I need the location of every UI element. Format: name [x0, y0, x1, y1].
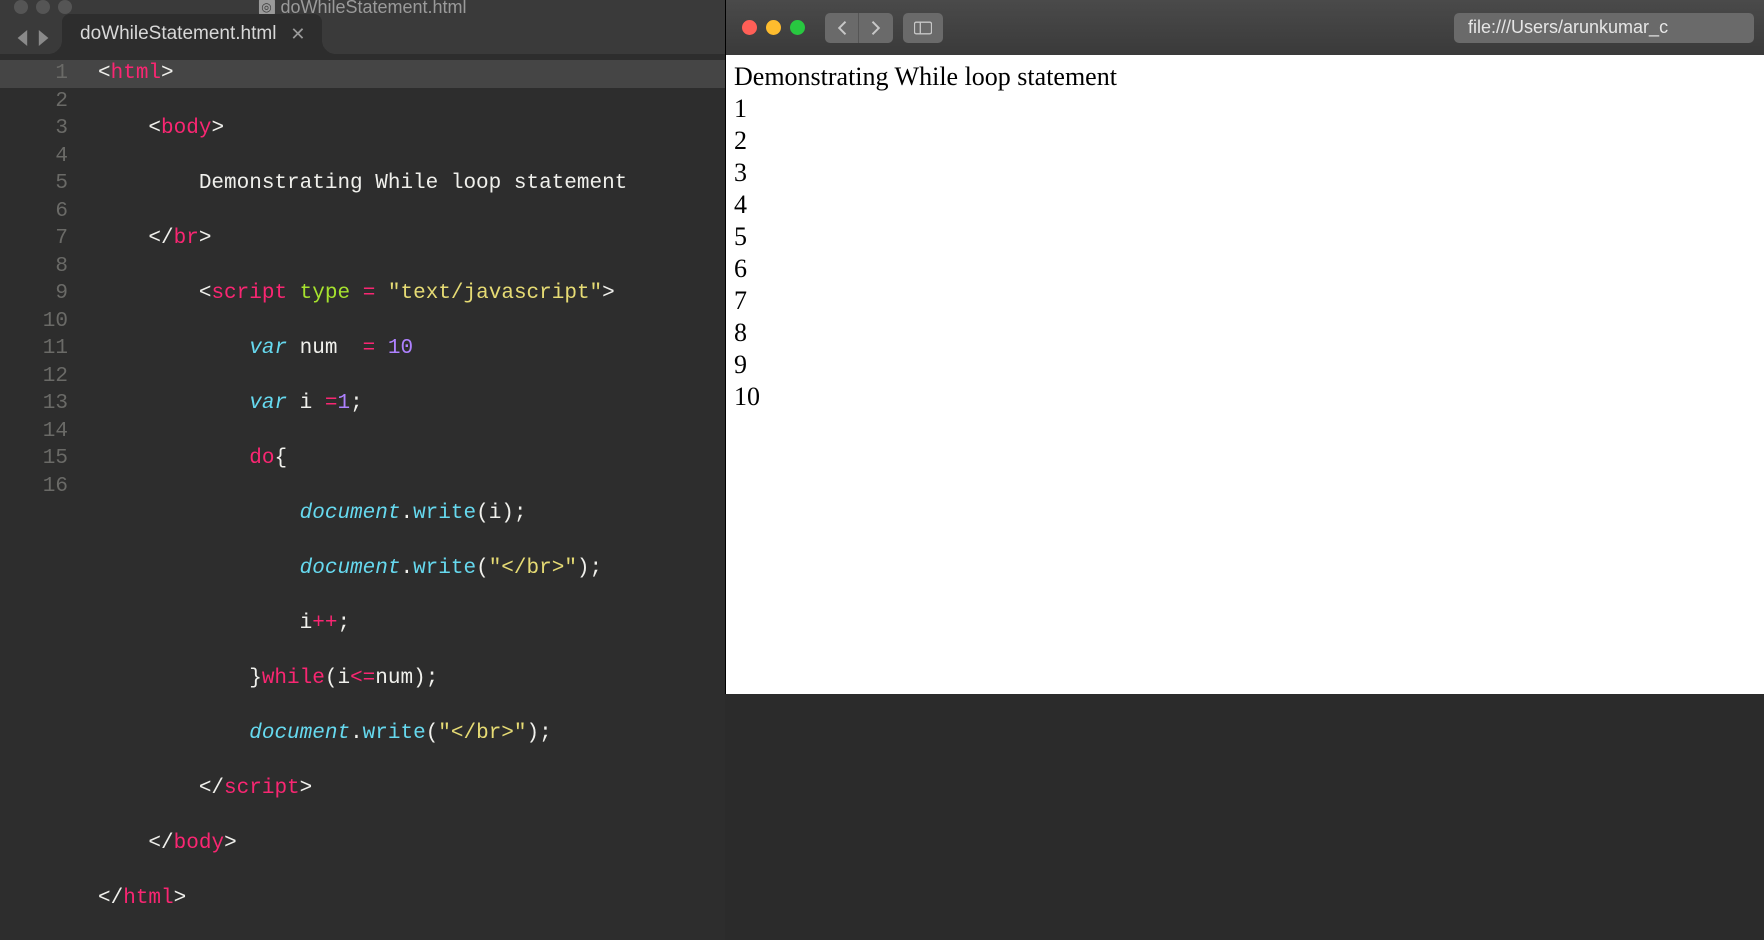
file-icon: ◎ — [258, 0, 274, 15]
line-number: 16 — [0, 473, 68, 501]
line-number: 14 — [0, 418, 68, 446]
line-number: 2 — [0, 88, 68, 116]
line-number: 8 — [0, 253, 68, 281]
close-icon[interactable] — [742, 20, 757, 35]
code-line[interactable]: </html> — [98, 885, 725, 913]
browser-window: file:///Users/arunkumar_c Demonstrating … — [725, 0, 1764, 694]
line-number: 6 — [0, 198, 68, 226]
code-line[interactable]: <script type = "text/javascript"> — [98, 280, 725, 308]
url-text: file:///Users/arunkumar_c — [1468, 17, 1668, 38]
code-line[interactable]: <body> — [98, 115, 725, 143]
line-number: 4 — [0, 143, 68, 171]
tab-close-icon[interactable]: ✕ — [290, 24, 305, 45]
forward-button[interactable] — [859, 13, 893, 43]
chevron-right-icon — [869, 21, 883, 35]
traffic-minimize-icon[interactable] — [36, 0, 50, 14]
editor-window: ◎ doWhileStatement.html doWhileStatement… — [0, 0, 725, 694]
output-number: 9 — [734, 349, 1756, 381]
minimize-icon[interactable] — [766, 20, 781, 35]
code-line[interactable]: i++; — [98, 610, 725, 638]
traffic-zoom-icon[interactable] — [58, 0, 72, 14]
code-line[interactable]: var i =1; — [98, 390, 725, 418]
browser-content: Demonstrating While loop statement 12345… — [726, 55, 1764, 694]
code-line[interactable]: }while(i<=num); — [98, 665, 725, 693]
code-line[interactable]: </script> — [98, 775, 725, 803]
url-bar[interactable]: file:///Users/arunkumar_c — [1454, 13, 1754, 43]
page-output-numbers: 12345678910 — [734, 93, 1756, 413]
editor-tab-label: doWhileStatement.html — [80, 23, 276, 45]
editor-tab-row: doWhileStatement.html ✕ — [0, 14, 725, 54]
line-number: 13 — [0, 390, 68, 418]
editor-titlebar: ◎ doWhileStatement.html — [0, 0, 725, 14]
code-line[interactable]: do{ — [98, 445, 725, 473]
line-number: 12 — [0, 363, 68, 391]
code-line[interactable]: document.write("</br>"); — [98, 555, 725, 583]
line-number-gutter: 12345678910111213141516 — [0, 54, 82, 940]
output-number: 1 — [734, 93, 1756, 125]
zoom-icon[interactable] — [790, 20, 805, 35]
editor-body: 12345678910111213141516 <html> <body> De… — [0, 54, 725, 940]
editor-traffic-lights[interactable] — [0, 0, 72, 14]
line-number: 11 — [0, 335, 68, 363]
output-number: 3 — [734, 157, 1756, 189]
browser-nav-group — [825, 13, 893, 43]
line-number: 9 — [0, 280, 68, 308]
code-line[interactable]: var num = 10 — [98, 335, 725, 363]
code-line[interactable]: </body> — [98, 830, 725, 858]
line-number: 10 — [0, 308, 68, 336]
code-line[interactable]: Demonstrating While loop statement — [98, 170, 725, 198]
code-line[interactable]: </br> — [98, 225, 725, 253]
code-line[interactable]: document.write(i); — [98, 500, 725, 528]
page-heading: Demonstrating While loop statement — [734, 61, 1756, 93]
chevron-left-icon — [835, 21, 849, 35]
browser-traffic-lights — [736, 20, 815, 35]
line-number: 3 — [0, 115, 68, 143]
editor-tab[interactable]: doWhileStatement.html ✕ — [62, 14, 322, 54]
sidebar-toggle-button[interactable] — [903, 13, 943, 43]
output-number: 5 — [734, 221, 1756, 253]
output-number: 7 — [734, 285, 1756, 317]
sidebar-icon — [914, 21, 932, 35]
traffic-close-icon[interactable] — [14, 0, 28, 14]
line-number: 15 — [0, 445, 68, 473]
line-number: 5 — [0, 170, 68, 198]
output-number: 4 — [734, 189, 1756, 221]
output-number: 2 — [734, 125, 1756, 157]
code-line[interactable]: <html> — [82, 60, 725, 88]
nav-back-icon[interactable] — [16, 30, 32, 46]
line-number: 1 — [0, 60, 82, 88]
output-number: 8 — [734, 317, 1756, 349]
code-line[interactable]: document.write("</br>"); — [98, 720, 725, 748]
code-area[interactable]: <html> <body> Demonstrating While loop s… — [82, 54, 725, 940]
output-number: 10 — [734, 381, 1756, 413]
output-number: 6 — [734, 253, 1756, 285]
back-button[interactable] — [825, 13, 859, 43]
line-number: 7 — [0, 225, 68, 253]
browser-toolbar: file:///Users/arunkumar_c — [726, 0, 1764, 55]
